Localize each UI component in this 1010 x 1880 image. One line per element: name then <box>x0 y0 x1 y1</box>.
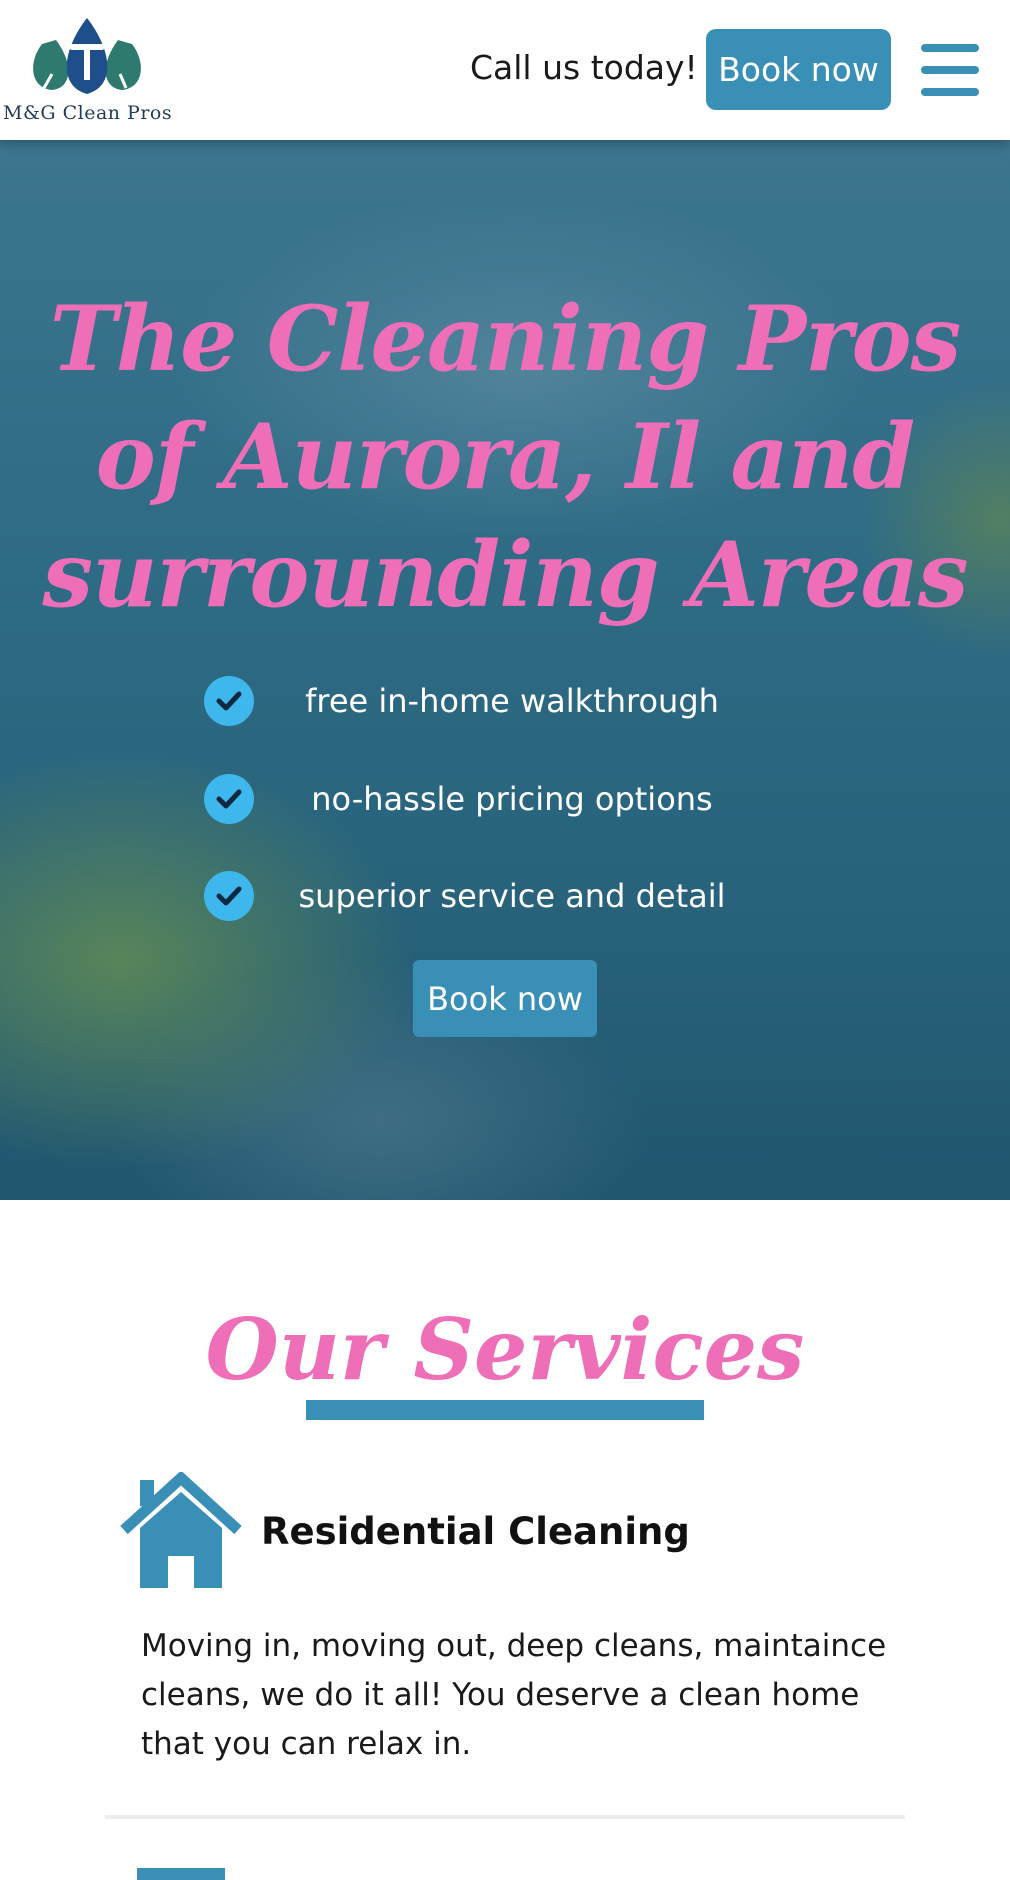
house-icon <box>120 1470 242 1594</box>
feature-item: no-hassle pricing options <box>204 774 764 824</box>
feature-item: free in-home walkthrough <box>204 676 764 726</box>
feature-text: no-hassle pricing options <box>311 780 713 818</box>
site-header: M&G Clean Pros Call us today! Book now <box>0 0 1010 140</box>
feature-text: superior service and detail <box>298 877 726 915</box>
feature-item: superior service and detail <box>204 871 764 921</box>
logo[interactable]: M&G Clean Pros <box>0 10 180 128</box>
next-service-icon <box>137 1868 225 1880</box>
checkmark-circle-icon <box>204 676 254 726</box>
hamburger-menu-icon[interactable] <box>921 44 979 96</box>
service-name: Residential Cleaning <box>261 1510 690 1553</box>
hamburger-bar <box>921 44 979 52</box>
book-now-header-button[interactable]: Book now <box>706 29 891 110</box>
hero-section: The Cleaning Pros of Aurora, Il and surr… <box>0 140 1010 1200</box>
call-us-text: Call us today! <box>470 48 698 87</box>
logo-droplets-icon <box>33 18 141 94</box>
service-divider <box>105 1815 905 1819</box>
book-now-hero-button[interactable]: Book now <box>413 960 597 1037</box>
service-description: Moving in, moving out, deep cleans, main… <box>141 1628 887 1762</box>
checkmark-circle-icon <box>204 871 254 921</box>
hero-title: The Cleaning Pros of Aurora, Il and surr… <box>42 286 968 628</box>
feature-text: free in-home walkthrough <box>305 682 719 720</box>
services-title-underline <box>306 1400 704 1420</box>
checkmark-circle-icon <box>204 774 254 824</box>
logo-text: M&G Clean Pros <box>3 102 173 124</box>
hamburger-bar <box>921 88 979 96</box>
hamburger-bar <box>921 66 979 74</box>
services-title: Our Services <box>205 1300 805 1399</box>
